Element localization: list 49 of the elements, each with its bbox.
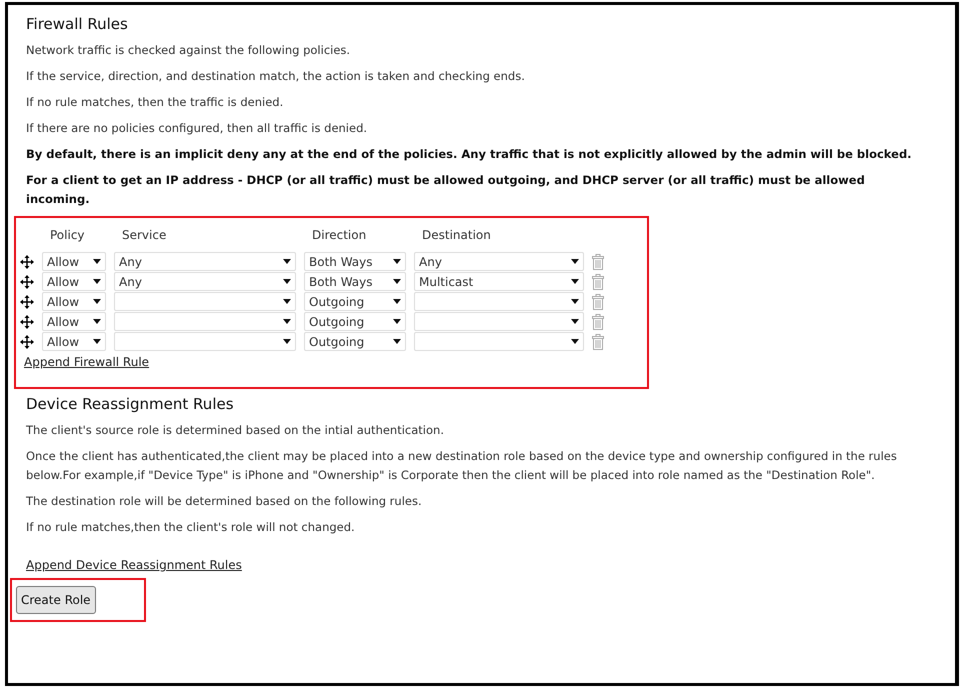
direction-select[interactable]: Both Ways <box>304 252 406 271</box>
trash-icon[interactable] <box>592 274 604 290</box>
direction-select[interactable]: Outgoing <box>304 292 406 311</box>
description-text: Network traffic is checked against the following policies. <box>26 42 352 59</box>
description-text: For a client to get an IP address - DHCP (or all traffic) must be allowed outgoing, and DHCP server (or all traffic) must be allowed incoming. <box>26 172 866 208</box>
destination-select[interactable] <box>414 292 584 311</box>
trash-icon[interactable] <box>592 314 604 330</box>
description-text: The destination role will be determined based on the following rules. <box>26 493 423 510</box>
destination-select[interactable] <box>414 332 584 351</box>
direction-select[interactable]: Outgoing <box>304 312 406 331</box>
service-select[interactable] <box>114 312 296 331</box>
section-title: Firewall Rules <box>26 15 129 33</box>
destination-select[interactable]: Multicast <box>414 272 584 291</box>
direction-select[interactable]: Outgoing <box>304 332 406 351</box>
description-text: Once the client has authenticated,the client may be placed into a new destination role based on the device type and ownership configured in the rules below.For example,if "Device Type" is iPhone and "Ownership" is Corporate then the client will be placed into role named as the "Destination Role". <box>26 448 898 484</box>
destination-select[interactable]: Any <box>414 252 584 271</box>
create-role-button[interactable]: Create Role <box>16 586 96 614</box>
direction-select[interactable]: Both Ways <box>304 272 406 291</box>
destination-select[interactable] <box>414 312 584 331</box>
section-title: Device Reassignment Rules <box>26 395 235 413</box>
trash-icon[interactable] <box>592 334 604 350</box>
service-select[interactable]: Any <box>114 252 296 271</box>
column-header: Direction <box>311 227 368 244</box>
description-text: If no rule matches,then the client's role will not changed. <box>26 519 356 536</box>
column-header: Policy <box>49 227 86 244</box>
description-text: If no rule matches, then the traffic is denied. <box>26 94 284 111</box>
policy-select[interactable]: Allow <box>42 292 106 311</box>
append-firewall-rule-link[interactable]: Append Firewall Rule <box>24 355 150 369</box>
service-select[interactable] <box>114 332 296 351</box>
move-handle-icon[interactable] <box>20 334 34 348</box>
append-device-rule-link[interactable]: Append Device Reassignment Rules <box>26 558 242 572</box>
column-header: Destination <box>421 227 492 244</box>
move-handle-icon[interactable] <box>20 254 34 268</box>
policy-select[interactable]: Allow <box>42 312 106 331</box>
description-text: If there are no policies configured, then all traffic is denied. <box>26 120 368 137</box>
description-text: If the service, direction, and destination match, the action is taken and checking ends. <box>26 68 526 85</box>
move-handle-icon[interactable] <box>20 274 34 288</box>
policy-select[interactable]: Allow <box>42 252 106 271</box>
policy-select[interactable]: Allow <box>42 272 106 291</box>
move-handle-icon[interactable] <box>20 294 34 308</box>
description-text: The client's source role is determined based on the intial authentication. <box>26 422 445 439</box>
trash-icon[interactable] <box>592 254 604 270</box>
move-handle-icon[interactable] <box>20 314 34 328</box>
column-header: Service <box>121 227 168 244</box>
service-select[interactable] <box>114 292 296 311</box>
service-select[interactable]: Any <box>114 272 296 291</box>
trash-icon[interactable] <box>592 294 604 310</box>
policy-select[interactable]: Allow <box>42 332 106 351</box>
description-text: By default, there is an implicit deny any at the end of the policies. Any traffic that is not explicitly allowed by the admin will be blocked. <box>26 146 913 163</box>
